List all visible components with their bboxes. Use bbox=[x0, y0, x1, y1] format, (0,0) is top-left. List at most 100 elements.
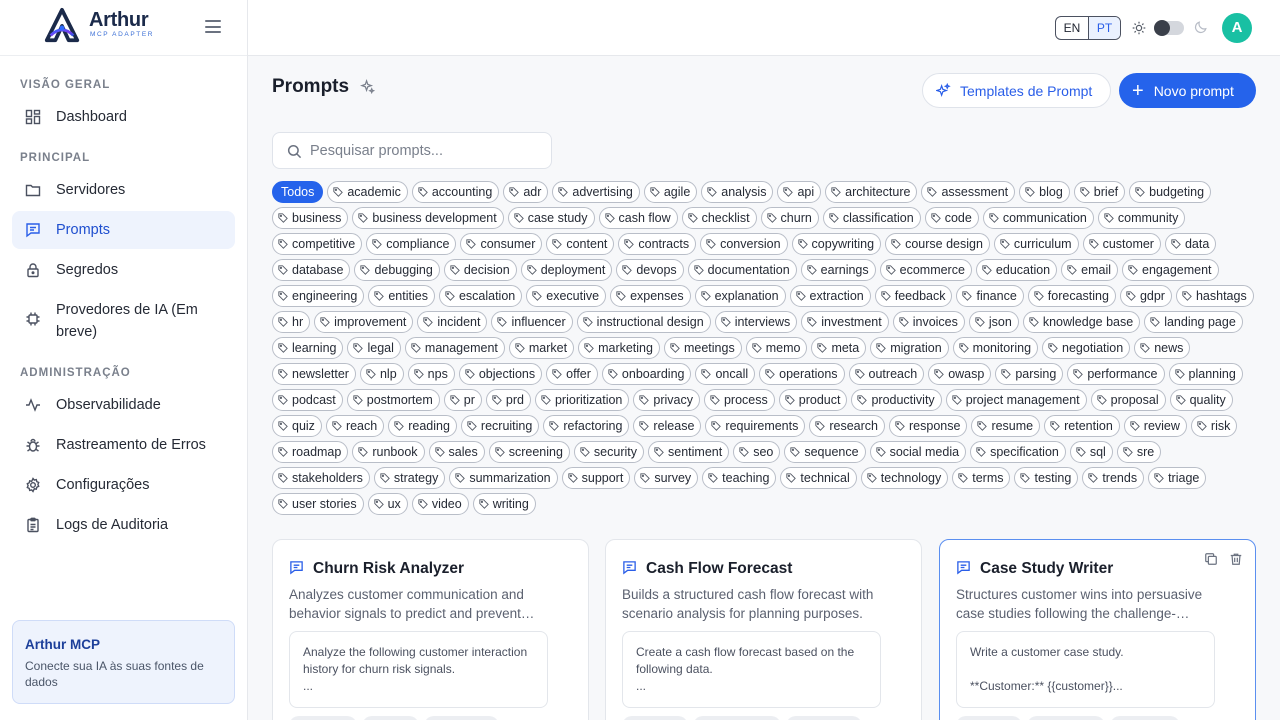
tag-filter[interactable]: legal bbox=[347, 337, 401, 359]
tag-filter[interactable]: case study bbox=[507, 207, 595, 229]
tag-filter[interactable]: assessment bbox=[921, 181, 1016, 203]
tag-filter[interactable]: nps bbox=[407, 363, 455, 385]
tag-filter[interactable]: market bbox=[508, 337, 575, 359]
tag-filter[interactable]: consumer bbox=[460, 233, 543, 255]
tag-filter[interactable]: screening bbox=[488, 441, 570, 463]
tag-filter[interactable]: process bbox=[703, 389, 775, 411]
tag-filter[interactable]: runbook bbox=[352, 441, 425, 463]
prompt-templates-button[interactable]: Templates de Prompt bbox=[922, 73, 1111, 108]
tag-filter[interactable]: teaching bbox=[702, 467, 777, 489]
tag-filter[interactable]: operations bbox=[759, 363, 845, 385]
tag-filter[interactable]: proposal bbox=[1090, 389, 1166, 411]
sidebar-item-ai-providers[interactable]: Provedores de IA (Em breve) bbox=[12, 296, 235, 340]
tag-filter[interactable]: nlp bbox=[359, 363, 404, 385]
tag-filter[interactable]: postmortem bbox=[346, 389, 440, 411]
tag-filter[interactable]: memo bbox=[745, 337, 808, 359]
sidebar-item-observability[interactable]: Observabilidade bbox=[12, 386, 235, 424]
tag-filter[interactable]: migration bbox=[870, 337, 949, 359]
tag-filter[interactable]: onboarding bbox=[601, 363, 692, 385]
tag-filter[interactable]: email bbox=[1061, 259, 1119, 281]
tag-filter[interactable]: classification bbox=[822, 207, 921, 229]
tag-filter[interactable]: research bbox=[809, 415, 885, 437]
tag-filter[interactable]: education bbox=[975, 259, 1058, 281]
tag-filter[interactable]: engineering bbox=[272, 285, 365, 307]
sidebar-item-audit-logs[interactable]: Logs de Auditoria bbox=[12, 506, 235, 544]
tag-filter[interactable]: reading bbox=[388, 415, 457, 437]
sidebar-item-dashboard[interactable]: Dashboard bbox=[12, 98, 235, 136]
language-switcher[interactable]: EN PT bbox=[1055, 16, 1121, 40]
tag-filter[interactable]: competitive bbox=[272, 233, 363, 255]
tag-filter[interactable]: code bbox=[924, 207, 979, 229]
prompt-card[interactable]: Churn Risk Analyzer Analyzes customer co… bbox=[272, 539, 589, 720]
sidebar-item-prompts[interactable]: Prompts bbox=[12, 211, 235, 249]
tag-filter[interactable]: product bbox=[778, 389, 848, 411]
tag-filter[interactable]: copywriting bbox=[791, 233, 882, 255]
tag-filter[interactable]: explanation bbox=[694, 285, 786, 307]
tag-filter[interactable]: social media bbox=[869, 441, 967, 463]
tag-filter[interactable]: risk bbox=[1190, 415, 1238, 437]
tag-filter[interactable]: sequence bbox=[784, 441, 866, 463]
tag-filter[interactable]: management bbox=[404, 337, 505, 359]
tag-filter[interactable]: prd bbox=[485, 389, 531, 411]
tag-filter[interactable]: hr bbox=[272, 311, 311, 333]
tag-filter[interactable]: business development bbox=[352, 207, 504, 229]
tag-filter[interactable]: sentiment bbox=[648, 441, 730, 463]
avatar[interactable]: A bbox=[1222, 13, 1252, 43]
tag-filter[interactable]: sql bbox=[1069, 441, 1113, 463]
tag-filter[interactable]: accounting bbox=[411, 181, 500, 203]
trash-icon[interactable] bbox=[1229, 552, 1243, 566]
tag-filter[interactable]: invoices bbox=[892, 311, 965, 333]
tag-filter[interactable]: debugging bbox=[354, 259, 440, 281]
tag-filter[interactable]: recruiting bbox=[460, 415, 540, 437]
lang-pt-button[interactable]: PT bbox=[1088, 17, 1120, 39]
tag-filter[interactable]: sre bbox=[1116, 441, 1162, 463]
tag-filter[interactable]: video bbox=[411, 493, 469, 515]
tag-filter[interactable]: checklist bbox=[681, 207, 757, 229]
tag-filter[interactable]: feedback bbox=[874, 285, 953, 307]
tag-filter[interactable]: investment bbox=[801, 311, 889, 333]
new-prompt-button[interactable]: + Novo prompt bbox=[1119, 73, 1256, 108]
tag-filter[interactable]: summarization bbox=[449, 467, 558, 489]
tag-filter[interactable]: planning bbox=[1168, 363, 1243, 385]
tag-filter[interactable]: seo bbox=[733, 441, 781, 463]
sidebar-item-secrets[interactable]: Segredos bbox=[12, 251, 235, 289]
tag-filter-all[interactable]: Todos bbox=[272, 181, 324, 203]
tag-filter[interactable]: user stories bbox=[272, 493, 364, 515]
tag-filter[interactable]: podcast bbox=[272, 389, 343, 411]
tag-filter[interactable]: communication bbox=[982, 207, 1094, 229]
brand[interactable]: Arthur MCP ADAPTER bbox=[0, 0, 247, 56]
tag-filter[interactable]: productivity bbox=[851, 389, 942, 411]
tag-filter[interactable]: monitoring bbox=[952, 337, 1039, 359]
tag-filter[interactable]: security bbox=[573, 441, 644, 463]
tag-filter[interactable]: gdpr bbox=[1119, 285, 1172, 307]
tag-filter[interactable]: technology bbox=[860, 467, 949, 489]
tag-filter[interactable]: newsletter bbox=[272, 363, 356, 385]
tag-filter[interactable]: agile bbox=[643, 181, 698, 203]
tag-filter[interactable]: incident bbox=[417, 311, 488, 333]
tag-filter[interactable]: performance bbox=[1067, 363, 1165, 385]
tag-filter[interactable]: specification bbox=[970, 441, 1066, 463]
tag-filter[interactable]: meetings bbox=[663, 337, 742, 359]
tag-filter[interactable]: course design bbox=[885, 233, 990, 255]
tag-filter[interactable]: instructional design bbox=[576, 311, 711, 333]
tag-filter[interactable]: landing page bbox=[1144, 311, 1243, 333]
tag-filter[interactable]: budgeting bbox=[1129, 181, 1212, 203]
tag-filter[interactable]: roadmap bbox=[272, 441, 349, 463]
tag-filter[interactable]: data bbox=[1164, 233, 1217, 255]
tag-filter[interactable]: quality bbox=[1169, 389, 1233, 411]
tag-filter[interactable]: database bbox=[272, 259, 351, 281]
tag-filter[interactable]: review bbox=[1123, 415, 1187, 437]
search-input[interactable] bbox=[310, 141, 540, 161]
tag-filter[interactable]: architecture bbox=[825, 181, 918, 203]
tag-filter[interactable]: oncall bbox=[695, 363, 756, 385]
tag-filter[interactable]: writing bbox=[472, 493, 536, 515]
tag-filter[interactable]: objections bbox=[458, 363, 543, 385]
tag-filter[interactable]: negotiation bbox=[1042, 337, 1131, 359]
sidebar-item-servers[interactable]: Servidores bbox=[12, 171, 235, 209]
tag-filter[interactable]: prioritization bbox=[534, 389, 630, 411]
tag-filter[interactable]: brief bbox=[1073, 181, 1126, 203]
tag-filter[interactable]: academic bbox=[327, 181, 408, 203]
tag-filter[interactable]: release bbox=[633, 415, 702, 437]
tag-filter[interactable]: retention bbox=[1044, 415, 1120, 437]
tag-filter[interactable]: conversion bbox=[700, 233, 788, 255]
